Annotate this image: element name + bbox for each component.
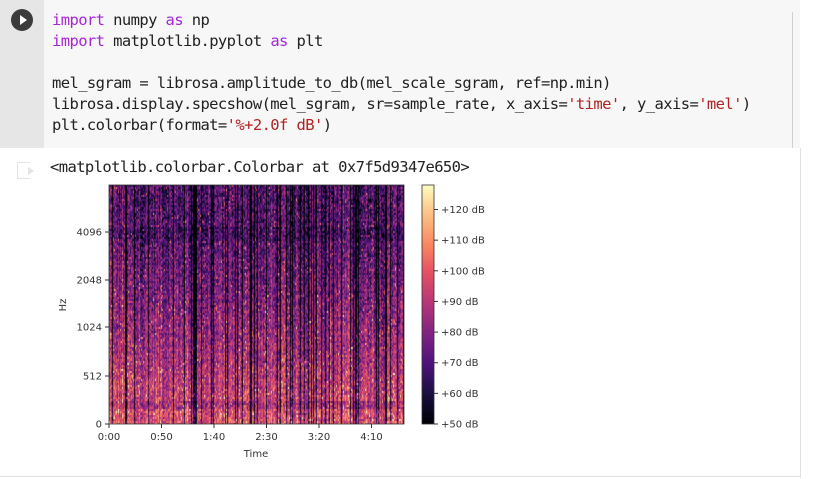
y-tick-label: 0 bbox=[96, 420, 102, 431]
colorbar-tick-label: +60 dB bbox=[441, 389, 479, 400]
y-tick-label: 2048 bbox=[77, 276, 102, 287]
y-tick-label: 512 bbox=[83, 372, 102, 383]
y-tick-label: 4096 bbox=[77, 228, 102, 239]
colorbar-tick-label: +50 dB bbox=[441, 420, 479, 431]
colorbar-tick-label: +90 dB bbox=[441, 297, 479, 308]
spectrogram-heatmap bbox=[109, 185, 404, 424]
y-tick-label: 1024 bbox=[77, 323, 102, 334]
divider bbox=[0, 476, 800, 477]
x-axis-label: Time bbox=[243, 449, 268, 460]
x-tick-label: 0:50 bbox=[150, 432, 172, 443]
colorbar-tick-label: +110 dB bbox=[441, 236, 485, 247]
x-tick-label: 0:00 bbox=[98, 432, 120, 443]
x-tick-label: 3:20 bbox=[308, 432, 330, 443]
colorbar-tick-label: +80 dB bbox=[441, 328, 479, 339]
colorbar-gradient bbox=[422, 185, 434, 424]
colorbar-tick-label: +120 dB bbox=[441, 205, 485, 216]
colorbar-tick-label: +100 dB bbox=[441, 266, 485, 277]
spectrogram-figure: 0 512 1024 2048 4096 0:00 0:50 1:40 2:30 3:20 4:10… bbox=[58, 184, 485, 460]
y-axis-label: Hz bbox=[58, 299, 69, 312]
colorbar-tick-label: +70 dB bbox=[441, 358, 479, 369]
x-tick-label: 1:40 bbox=[203, 432, 225, 443]
x-tick-label: 2:30 bbox=[255, 432, 277, 443]
x-tick-label: 4:10 bbox=[360, 432, 382, 443]
